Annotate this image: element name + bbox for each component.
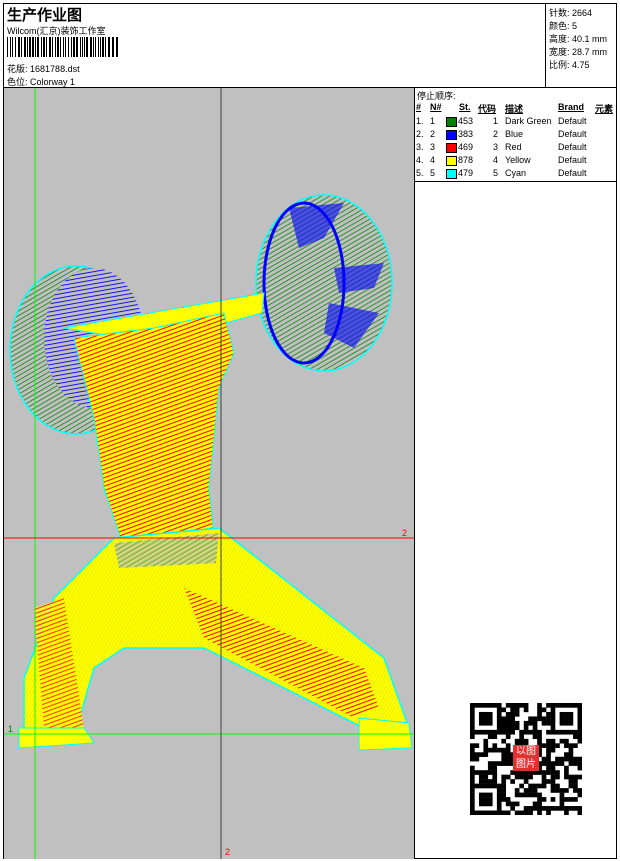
design-file: 花版: 1681788.dst (7, 62, 80, 75)
cell-code: 3 (493, 142, 499, 152)
colorway-value: Colorway 1 (30, 77, 76, 87)
cell-code: 1 (493, 116, 499, 126)
cell-brand: Default (558, 142, 587, 152)
marker-h: 2 (402, 528, 408, 538)
divider (415, 181, 617, 182)
cell-st: 479 (458, 168, 474, 178)
cell-st: 469 (458, 142, 474, 152)
col-header: 元素 (595, 104, 614, 114)
cell-n: 2 (430, 129, 436, 139)
cell-st: 878 (458, 155, 474, 165)
cell-code: 4 (493, 155, 499, 165)
cell-st: 453 (458, 116, 474, 126)
stat-label: 宽度: (549, 47, 570, 57)
stat-label: 颜色: (549, 21, 570, 31)
divider (545, 3, 546, 87)
cell-brand: Default (558, 116, 587, 126)
company-name: Wilcom(汇京)装饰工作室 (7, 26, 106, 36)
col-header: St. (459, 102, 471, 112)
stat-value: 4.75 (572, 60, 590, 70)
stat-value: 28.7 mm (572, 47, 608, 57)
cell-code: 5 (493, 168, 499, 178)
table-caption: 停止顺序: (417, 91, 456, 101)
cell-idx: 3. (416, 142, 424, 152)
design-canvas[interactable]: 2 2 1 (4, 88, 414, 859)
marker-origin: 1 (8, 724, 14, 734)
cell-desc: Cyan (505, 168, 527, 178)
color-swatch (446, 130, 457, 140)
embroidery-preview (4, 88, 414, 859)
design-value: 1681788.dst (30, 64, 80, 74)
right-plate (255, 194, 393, 372)
cell-n: 5 (430, 168, 436, 178)
cell-brand: Default (558, 168, 587, 178)
cell-n: 1 (430, 116, 436, 126)
cell-idx: 5. (416, 168, 424, 178)
col-header: # (416, 102, 422, 112)
stat-value: 2664 (572, 8, 593, 18)
barcode (7, 37, 118, 57)
cell-brand: Default (558, 155, 587, 165)
design-label: 花版: (7, 64, 28, 74)
stat-label: 比例: (549, 60, 570, 70)
marker-v: 2 (225, 847, 231, 857)
cell-n: 3 (430, 142, 436, 152)
qr-logo: 以图图片 (513, 745, 539, 771)
colorway-label: 色位: (7, 77, 28, 87)
col-header: Brand (558, 102, 585, 112)
cell-idx: 1. (416, 116, 424, 126)
cell-desc: Dark Green (505, 116, 552, 126)
stat-height: 高度: 40.1 mm (549, 32, 607, 45)
cell-n: 4 (430, 155, 436, 165)
col-header: N# (430, 102, 442, 112)
stat-value: 5 (572, 21, 578, 31)
color-swatch (446, 169, 457, 179)
cell-idx: 4. (416, 155, 424, 165)
page-title: 生产作业图 (7, 7, 83, 24)
colorway: 色位: Colorway 1 (7, 75, 75, 88)
cell-brand: Default (558, 129, 587, 139)
cell-st: 383 (458, 129, 474, 139)
color-swatch (446, 117, 457, 127)
cell-desc: Red (505, 142, 522, 152)
stat-value: 40.1 mm (572, 34, 608, 44)
stat-colors: 颜色: 5 (549, 19, 577, 32)
cell-code: 2 (493, 129, 499, 139)
col-header: 描述 (505, 104, 524, 114)
stat-label: 针数: (549, 8, 570, 18)
col-header: 代码 (478, 104, 497, 114)
color-swatch (446, 156, 457, 166)
stat-label: 高度: (549, 34, 570, 44)
stat-scale: 比例: 4.75 (549, 58, 590, 71)
divider (414, 87, 415, 859)
cell-idx: 2. (416, 129, 424, 139)
stat-width: 宽度: 28.7 mm (549, 45, 607, 58)
color-swatch (446, 143, 457, 153)
stat-stitches: 针数: 2664 (549, 6, 592, 19)
cell-desc: Yellow (505, 155, 531, 165)
cell-desc: Blue (505, 129, 524, 139)
